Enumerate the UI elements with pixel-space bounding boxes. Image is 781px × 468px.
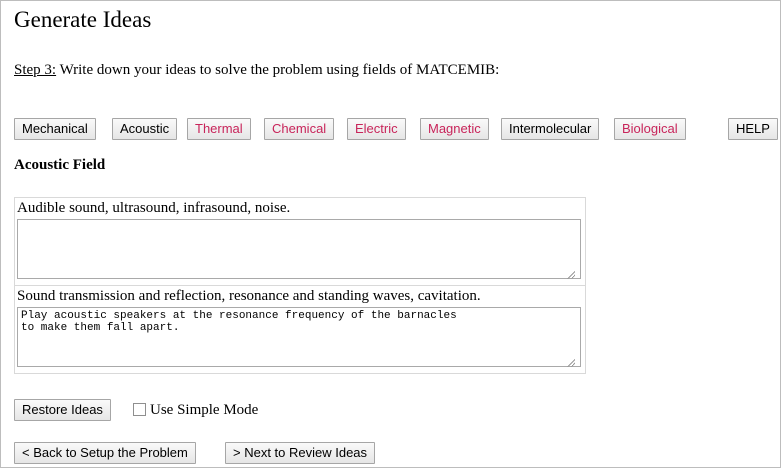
step-text: Write down your ideas to solve the probl… <box>56 62 500 78</box>
subfield-group: Sound transmission and reflection, reson… <box>14 285 586 374</box>
resize-grip-icon[interactable] <box>566 270 575 279</box>
step-label: Step 3: <box>14 62 57 78</box>
simple-mode-checkbox[interactable] <box>133 403 146 416</box>
idea-textarea[interactable] <box>17 219 581 279</box>
simple-mode-toggle[interactable]: Use Simple Mode <box>133 401 258 419</box>
field-button-acoustic[interactable]: Acoustic <box>112 118 178 140</box>
field-button-magnetic[interactable]: Magnetic <box>420 118 489 140</box>
field-button-thermal[interactable]: Thermal <box>187 118 251 140</box>
back-button[interactable]: < Back to Setup the Problem <box>14 442 196 464</box>
subfield-label: Audible sound, ultrasound, infrasound, n… <box>17 200 291 216</box>
simple-mode-label: Use Simple Mode <box>150 402 259 418</box>
section-heading: Acoustic Field <box>14 157 106 173</box>
field-button-chemical[interactable]: Chemical <box>264 118 335 140</box>
page-title: Generate Ideas <box>14 7 152 32</box>
subfield-label: Sound transmission and reflection, reson… <box>17 288 481 304</box>
step-instruction: Step 3: Write down your ideas to solve t… <box>14 61 499 79</box>
field-button-mechanical[interactable]: Mechanical <box>14 118 96 140</box>
help-button[interactable]: HELP <box>728 118 778 140</box>
next-button[interactable]: > Next to Review Ideas <box>225 442 376 464</box>
idea-textarea[interactable]: Play acoustic speakers at the resonance … <box>17 307 581 367</box>
field-button-intermolecular[interactable]: Intermolecular <box>501 118 600 140</box>
subfield-group: Audible sound, ultrasound, infrasound, n… <box>14 197 586 286</box>
restore-ideas-button[interactable]: Restore Ideas <box>14 399 111 421</box>
field-button-biological[interactable]: Biological <box>614 118 686 140</box>
field-button-electric[interactable]: Electric <box>347 118 406 140</box>
resize-grip-icon[interactable] <box>566 358 575 367</box>
